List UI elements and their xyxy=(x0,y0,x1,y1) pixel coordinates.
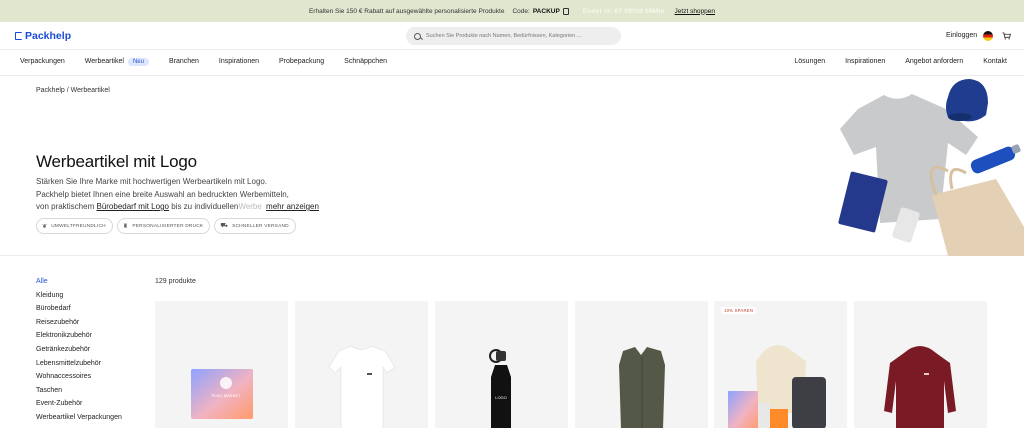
show-more-link[interactable]: mehr anzeigen xyxy=(266,202,319,211)
logo-text: Packhelp xyxy=(25,30,72,42)
chip-print: ♜ PERSONALISIERTER DRUCK xyxy=(116,218,211,234)
sale-tag: 10% SPAREN xyxy=(721,307,757,314)
desc-line-3-pre: von praktischem xyxy=(36,202,95,211)
leaf-icon: ❦ xyxy=(42,223,48,230)
product-bundle-image xyxy=(728,345,826,428)
category-event-zubehoer[interactable]: Event-Zubehör xyxy=(36,400,122,414)
desc-line-1: Stärken Sie Ihre Marke mit hochwertigen … xyxy=(36,177,268,186)
promo-text: Erhalten Sie 150 € Rabatt auf ausgewählt… xyxy=(308,7,505,15)
header: Packhelp Einloggen xyxy=(0,22,1024,50)
chip-shipping: ⛟ SCHNELLER VERSAND xyxy=(214,218,296,234)
nav-werbeartikel-label: Werbeartikel xyxy=(84,58,124,65)
bottle-logo-text: LOGO xyxy=(495,395,507,400)
chip-shipping-label: SCHNELLER VERSAND xyxy=(232,223,289,229)
hero-section: Packhelp / Werbeartikel Werbeartikel mit… xyxy=(0,77,1024,256)
breadcrumb[interactable]: Packhelp / Werbeartikel xyxy=(36,87,110,94)
category-reisezubehoer[interactable]: Reisezubehör xyxy=(36,319,122,333)
product-card[interactable]: LOGO xyxy=(435,301,568,428)
notebook-illustration xyxy=(838,171,888,233)
category-lebensmittelzubehoer[interactable]: Lebensmittelzubehör xyxy=(36,360,122,374)
product-card[interactable]: 10% SPAREN xyxy=(714,301,847,428)
german-flag-icon[interactable] xyxy=(983,31,993,41)
copy-icon[interactable] xyxy=(562,7,569,15)
chip-eco: ❦ UMWELTFREUNDLICH xyxy=(36,218,113,234)
category-kleidung[interactable]: Kleidung xyxy=(36,292,122,306)
chip-print-label: PERSONALISIERTER DRUCK xyxy=(132,223,204,229)
category-taschen[interactable]: Taschen xyxy=(36,387,122,401)
truck-icon: ⛟ xyxy=(220,223,229,229)
box-logo-text: PIXEL MARKET xyxy=(212,393,242,398)
category-buerobedarf[interactable]: Bürobedarf xyxy=(36,305,122,319)
buerobedarf-link[interactable]: Bürobedarf mit Logo xyxy=(96,202,169,211)
promo-bar: Erhalten Sie 150 € Rabatt auf ausgewählt… xyxy=(0,0,1024,22)
packhelp-logo-icon xyxy=(15,32,22,40)
product-card[interactable] xyxy=(854,301,987,428)
bottle-illustration xyxy=(970,146,1016,174)
feature-chips: ❦ UMWELTFREUNDLICH ♜ PERSONALISIERTER DRUC… xyxy=(36,218,296,234)
desc-line-2: Packhelp bietet Ihnen eine breite Auswah… xyxy=(36,189,289,199)
search-bar[interactable] xyxy=(406,27,621,45)
chip-eco-label: UMWELTFREUNDLICH xyxy=(51,223,106,229)
category-sidebar: Alle Kleidung Bürobedarf Reisezubehör El… xyxy=(36,278,122,428)
spray-icon: ♜ xyxy=(122,223,129,230)
product-card[interactable] xyxy=(575,301,708,428)
category-getraenkezubehoer[interactable]: Getränkezubehör xyxy=(36,346,122,360)
nav-probepackung[interactable]: Probepackung xyxy=(279,58,324,66)
tote-bag-illustration xyxy=(932,179,1024,256)
nav-branchen[interactable]: Branchen xyxy=(169,58,199,66)
promo-timer: Endet in: 6T 09Std 59Min xyxy=(582,7,665,15)
shop-now-link[interactable]: Jetzt shoppen xyxy=(675,8,715,15)
nav-inspirationen[interactable]: Inspirationen xyxy=(219,58,259,66)
desc-line-3-post: bis zu individuellen xyxy=(171,202,239,211)
search-input[interactable] xyxy=(426,33,606,39)
product-bottle-image: LOGO xyxy=(489,349,511,428)
login-link[interactable]: Einloggen xyxy=(946,32,977,39)
nav-loesungen[interactable]: Lösungen xyxy=(794,58,825,65)
product-tshirt-image xyxy=(328,345,396,428)
category-elektronikzubehoer[interactable]: Elektronikzubehör xyxy=(36,332,122,346)
product-hoodie-image xyxy=(884,346,956,428)
promo-code-label: Code: xyxy=(512,7,530,15)
search-icon xyxy=(414,32,421,40)
hero-merch-image xyxy=(838,79,1024,256)
logo[interactable]: Packhelp xyxy=(15,30,71,42)
promo-code: PACKUP xyxy=(532,7,560,15)
product-box-image: PIXEL MARKET xyxy=(191,369,253,419)
hero-description: Stärken Sie Ihre Marke mit hochwertigen … xyxy=(36,176,336,214)
desc-fade: Werbe xyxy=(238,202,262,211)
category-alle[interactable]: Alle xyxy=(36,278,122,292)
nav-kontakt[interactable]: Kontakt xyxy=(983,58,1007,65)
category-werbeartikel-verpackungen[interactable]: Werbeartikel Verpackungen xyxy=(36,414,122,428)
nav-schnaeppchen[interactable]: Schnäppchen xyxy=(344,58,387,66)
cart-icon[interactable] xyxy=(1002,32,1011,40)
nav-werbeartikel[interactable]: Werbeartikel Neu xyxy=(85,58,149,66)
desc-line-3: von praktischem Bürobedarf mit Logo bis … xyxy=(36,201,336,214)
category-wohnaccessoires[interactable]: Wohnaccessoires xyxy=(36,373,122,387)
nav-inspirationen-right[interactable]: Inspirationen xyxy=(845,58,885,65)
product-count: 129 produkte xyxy=(155,278,196,285)
product-card[interactable]: PIXEL MARKET xyxy=(155,301,288,428)
new-badge: Neu xyxy=(127,58,149,66)
product-vest-image xyxy=(619,347,665,428)
main-nav: Verpackungen Werbeartikel Neu Branchen In… xyxy=(0,50,1024,76)
nav-angebot-anfordern[interactable]: Angebot anfordern xyxy=(905,58,963,65)
page-title: Werbeartikel mit Logo xyxy=(36,152,197,171)
product-card[interactable] xyxy=(295,301,428,428)
nav-verpackungen[interactable]: Verpackungen xyxy=(20,58,65,66)
